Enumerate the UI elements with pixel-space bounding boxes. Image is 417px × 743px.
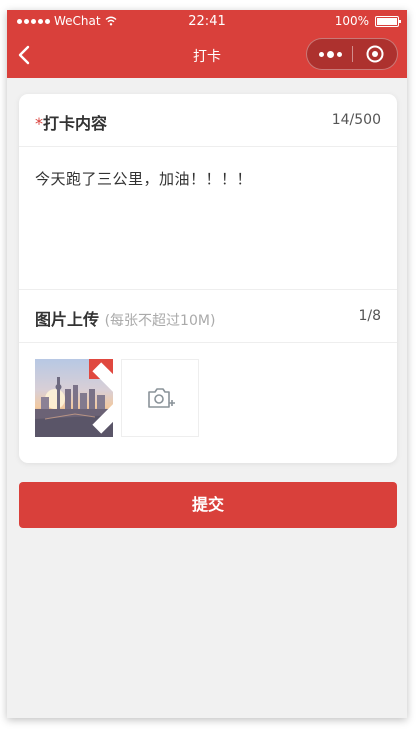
divider: [19, 342, 397, 343]
mini-program-capsule: [306, 38, 398, 70]
battery-icon: [375, 15, 401, 27]
image-label-text: 图片上传: [35, 310, 100, 329]
phone-screen: WeChat 22:41 100% 打卡 *打卡内容 14/500 今天跑了三公…: [7, 10, 407, 718]
image-header: 图片上传 (每张不超过10M) 1/8: [19, 290, 397, 342]
nav-bar: 打卡: [7, 32, 407, 78]
image-label: 图片上传 (每张不超过10M): [35, 306, 215, 330]
content-label-text: 打卡内容: [43, 114, 108, 133]
close-icon: [92, 362, 113, 434]
divider: [19, 146, 397, 147]
content-header: *打卡内容 14/500: [19, 94, 397, 146]
content-label: *打卡内容: [35, 110, 107, 134]
status-bar: WeChat 22:41 100%: [7, 10, 407, 32]
status-right: 100%: [334, 14, 401, 28]
image-size-hint: (每张不超过10M): [104, 313, 216, 329]
close-program-icon[interactable]: [366, 45, 384, 63]
required-mark: *: [35, 114, 43, 133]
submit-button[interactable]: 提交: [19, 482, 397, 528]
checkin-form-card: *打卡内容 14/500 今天跑了三公里，加油！！！！ 图片上传 (每张不超过1…: [19, 94, 397, 463]
battery-percent: 100%: [334, 14, 369, 28]
delete-photo-button[interactable]: [89, 359, 113, 434]
content-textarea[interactable]: 今天跑了三公里，加油！！！！: [35, 168, 375, 278]
camera-add-icon: [148, 388, 175, 408]
uploaded-photo-thumbnail[interactable]: [35, 359, 113, 437]
image-count: 1/8: [358, 308, 381, 324]
capsule-divider: [352, 46, 353, 62]
add-photo-button[interactable]: [121, 359, 199, 437]
content-char-count: 14/500: [331, 112, 381, 128]
more-dots-icon[interactable]: [319, 46, 345, 62]
